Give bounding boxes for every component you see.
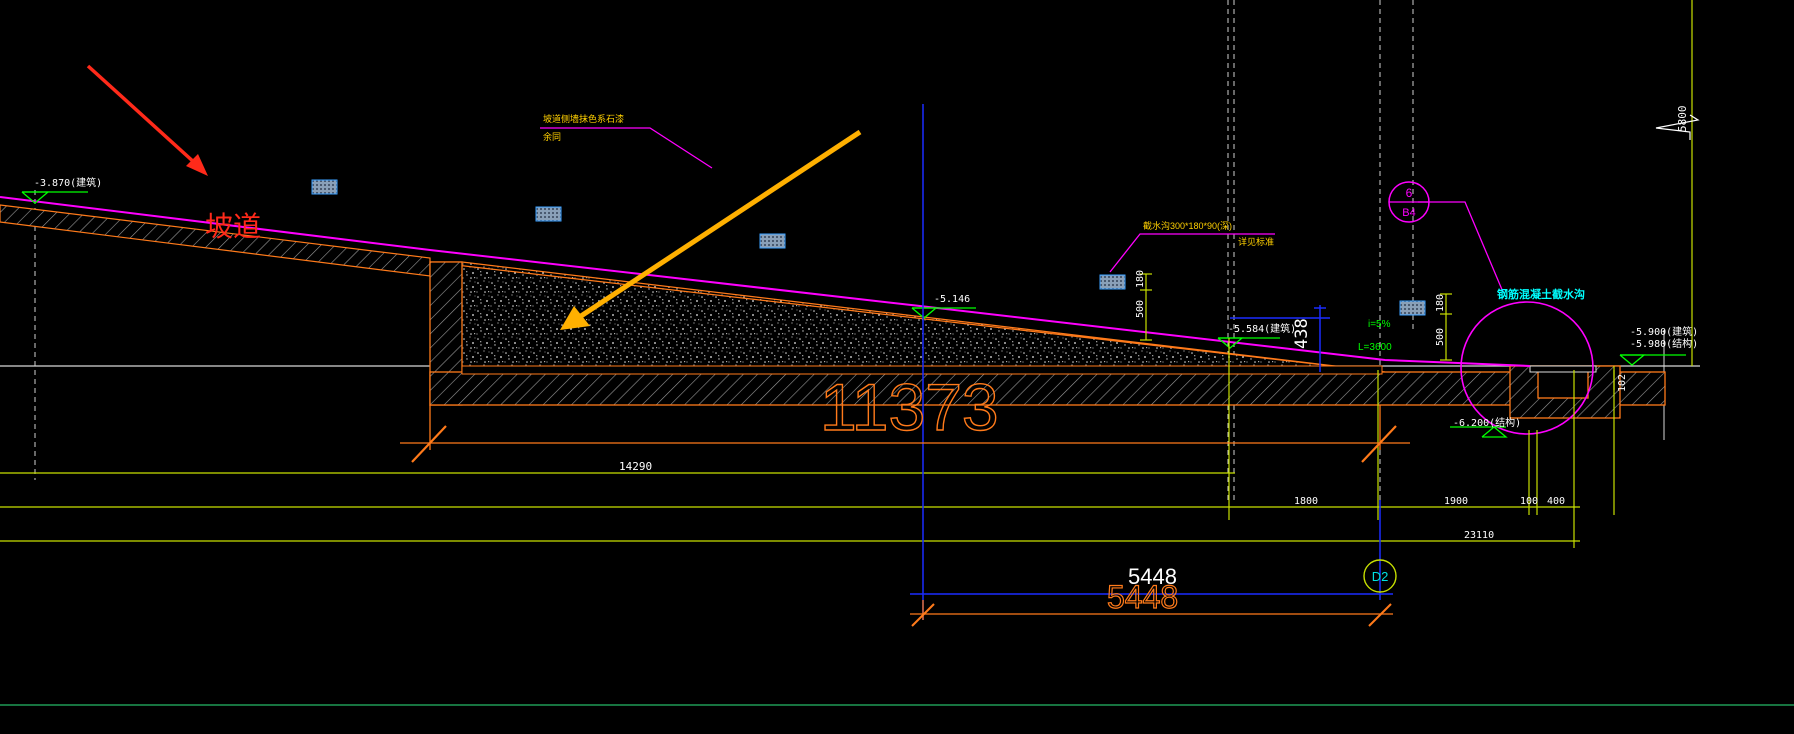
dim-23110: 23110 [1464,530,1494,541]
dim-400: 400 [1547,496,1565,507]
grid-d2-label: D2 [1372,569,1389,584]
ramp-label: 坡道 [205,211,261,242]
dim-438: 438 [1292,318,1312,349]
note-top-a: 坡道侧墙抹色系石漆 [543,113,624,124]
elev-right-a: -5.900(建筑) [1630,325,1698,338]
note-drain-b: 详见标准 [1238,236,1274,247]
note-circle: 钢筋混凝土截水沟 [1497,287,1585,301]
slope-l: L=3600 [1358,342,1392,353]
slope-i: i=5% [1368,319,1391,330]
elev-right-mid: -5.584(建筑) [1228,322,1296,335]
dim-500-a: 500 [1135,300,1146,318]
dim-1800: 1800 [1294,496,1318,507]
dim-180-a: 180 [1135,270,1146,288]
base-slab [429,371,1666,406]
elev-pit: -6.200(结构) [1453,416,1521,429]
dashed-grid-lines [34,0,1414,540]
dim-5448-orange: 5448 [1107,579,1178,615]
callout-bottom-text: B4 [1402,207,1415,219]
cad-drawing: 5800 6 B4 -3.870(建筑) -5.146 -5.584(建筑) -… [0,0,1794,706]
red-arrow [86,64,208,176]
drain-pit [1509,365,1621,419]
dim-180-b: 180 [1435,294,1446,312]
dim-100: 100 [1520,496,1538,507]
elev-right-b: -5.980(结构) [1630,337,1698,350]
dim-102: 102 [1617,374,1628,392]
dim-14290: 14290 [619,460,652,473]
elev-mid: -5.146 [934,294,970,305]
magenta-leaders [540,127,1504,293]
dim-5800: 5800 [1676,106,1689,133]
dim-1900: 1900 [1444,496,1468,507]
callout-top-text: 6 [1406,186,1413,200]
big-dim-11373: 11373 [820,370,999,444]
dim-500-b: 500 [1435,328,1446,346]
elev-left: -3.870(建筑) [34,176,102,189]
note-drain-a: 截水沟300*180*90(深) [1143,220,1232,231]
note-top-b: 余同 [543,131,561,142]
